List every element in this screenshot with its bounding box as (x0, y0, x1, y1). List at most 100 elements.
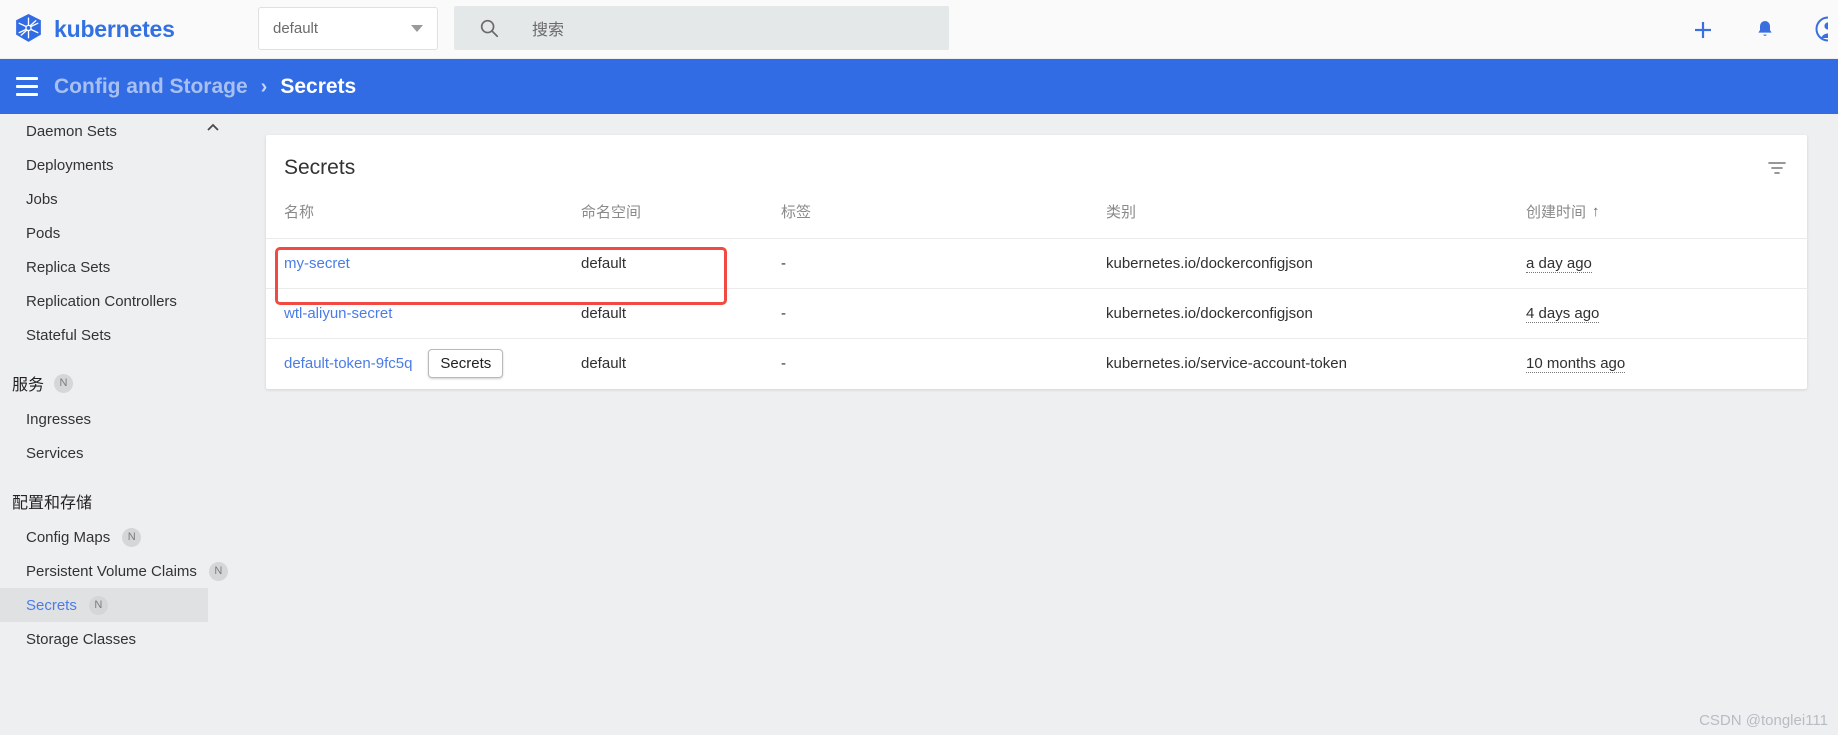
age-value: a day ago (1526, 255, 1592, 273)
cell-labels: - (781, 288, 1106, 339)
column-header-label: 创建时间 (1526, 204, 1587, 221)
sort-ascending-icon: ↑ (1592, 203, 1600, 220)
sidebar-item-label: Pods (26, 224, 61, 242)
table-body: my-secret default - kubernetes.io/dockercon… (266, 238, 1809, 389)
sidebar-item-replication-controllers[interactable]: Replication Controllers (0, 284, 235, 318)
secret-name-link[interactable]: wtl-aliyun-secret (284, 305, 392, 322)
sidebar-scrollbar-track[interactable] (210, 114, 221, 735)
breadcrumb: Config and Storage › Secrets (54, 75, 356, 99)
sidebar-item-label: Stateful Sets (26, 326, 112, 344)
breadcrumb-bar: Config and Storage › Secrets (0, 59, 1838, 114)
column-header-created[interactable]: 创建时间 ↑ (1526, 201, 1809, 239)
sidebar-item-config-maps[interactable]: Config Maps N (0, 520, 235, 554)
sidebar-item-label: Secrets (26, 596, 77, 614)
breadcrumb-parent[interactable]: Config and Storage (54, 75, 248, 99)
hamburger-menu-icon[interactable] (8, 68, 46, 106)
chevron-down-icon (411, 25, 423, 32)
table-row[interactable]: my-secret default - kubernetes.io/dockercon… (266, 238, 1809, 289)
watermark: CSDN @tonglei111 (1699, 712, 1828, 729)
top-bar: kubernetes default 搜索 (0, 0, 1838, 59)
kubernetes-helm-icon (12, 13, 45, 46)
secret-name-link[interactable]: my-secret (284, 255, 350, 272)
brand[interactable]: kubernetes (12, 13, 175, 46)
table-header: 名称 命名空间 标签 类别 创建时间 ↑ (266, 201, 1809, 239)
sidebar-item-label: 配置和存储 (12, 495, 93, 512)
sidebar-item-persistent-volume-claims[interactable]: Persistent Volume Claims N (0, 554, 235, 588)
sidebar-item-ingresses[interactable]: Ingresses (0, 402, 235, 436)
sidebar-item-badge: N (88, 595, 108, 615)
bell-icon[interactable] (1752, 17, 1778, 43)
plus-icon[interactable] (1690, 17, 1716, 43)
sidebar-item-label: Storage Classes (26, 630, 137, 648)
search-input[interactable]: 搜索 (532, 16, 564, 40)
cell-namespace: default (581, 238, 781, 289)
namespace-select[interactable]: default (258, 7, 438, 50)
cell-type: kubernetes.io/dockerconfigjson (1106, 288, 1526, 339)
sidebar-item-label: Replica Sets (26, 258, 111, 276)
column-header-label: 名称 (284, 204, 315, 221)
sidebar-item-label: Deployments (26, 156, 114, 174)
search-bar[interactable]: 搜索 (454, 6, 949, 50)
breadcrumb-current: Secrets (280, 74, 357, 98)
cell-name: wtl-aliyun-secret (266, 288, 581, 339)
sidebar-item-服务: 服务 N (0, 364, 235, 402)
sidebar-item-配置和存储: 配置和存储 (0, 482, 235, 520)
column-header-label: 标签 (781, 204, 812, 221)
table-row[interactable]: wtl-aliyun-secret default - kubernetes.io/d… (266, 288, 1809, 339)
namespace-select-value: default (273, 20, 319, 37)
secrets-table: 名称 命名空间 标签 类别 创建时间 ↑ my-secret default - kuberne… (266, 201, 1809, 389)
table-row[interactable]: default-token-9fc5q Secrets default - kubern… (266, 338, 1809, 389)
cell-labels: - (781, 338, 1106, 389)
sidebar-item-badge: N (122, 527, 142, 547)
sidebar-item-label: Config Maps (26, 528, 111, 546)
top-bar-actions (1690, 0, 1838, 59)
sidebar-item-daemon-sets[interactable]: Daemon Sets (0, 114, 235, 148)
sidebar-item-label: Services (26, 444, 84, 462)
cell-type: kubernetes.io/dockerconfigjson (1106, 238, 1526, 289)
sidebar-item-storage-classes[interactable]: Storage Classes (0, 622, 235, 656)
cell-namespace: default (581, 338, 781, 389)
age-value: 10 months ago (1526, 355, 1626, 374)
table-header-row: 名称 命名空间 标签 类别 创建时间 ↑ (266, 201, 1809, 239)
chevron-right-icon: › (260, 75, 268, 98)
sidebar-item-services[interactable]: Services (0, 436, 235, 470)
column-header-label: 命名空间 (581, 204, 642, 221)
sidebar-item-label: Ingresses (26, 410, 92, 428)
filter-list-icon[interactable] (1765, 156, 1789, 180)
cell-name: default-token-9fc5q Secrets (266, 338, 581, 389)
secrets-card: Secrets 名称 命名空间 标签 类别 创建时间 ↑ my-secret default… (266, 135, 1809, 389)
column-header-labels[interactable]: 标签 (781, 201, 1106, 239)
sidebar-item-label: Jobs (26, 190, 58, 208)
sidebar-item-jobs[interactable]: Jobs (0, 182, 235, 216)
column-header-type[interactable]: 类别 (1106, 201, 1526, 239)
secret-name-link[interactable]: default-token-9fc5q (284, 355, 412, 372)
sidebar-item-badge: N (54, 373, 74, 393)
account-circle-icon[interactable] (1814, 15, 1828, 45)
cell-created: 10 months ago (1526, 338, 1809, 389)
sidebar-item-replica-sets[interactable]: Replica Sets (0, 250, 235, 284)
cell-type: kubernetes.io/service-account-token (1106, 338, 1526, 389)
sidebar-item-label: Replication Controllers (26, 292, 177, 310)
age-value: 4 days ago (1526, 305, 1600, 323)
brand-name: kubernetes (54, 15, 175, 42)
search-icon (478, 17, 500, 39)
tooltip-content: Secrets (428, 349, 504, 379)
column-header-label: 类别 (1106, 204, 1137, 221)
sidebar-item-secrets[interactable]: Secrets N (0, 588, 208, 622)
card-header: Secrets (266, 135, 1807, 201)
cell-created: 4 days ago (1526, 288, 1809, 339)
cell-namespace: default (581, 288, 781, 339)
cell-name: my-secret (266, 238, 581, 289)
sidebar-item-stateful-sets[interactable]: Stateful Sets (0, 318, 235, 352)
page-title: Secrets (284, 156, 356, 179)
sidebar-item-deployments[interactable]: Deployments (0, 148, 235, 182)
column-header-namespace[interactable]: 命名空间 (581, 201, 781, 239)
sidebar-item-label: Persistent Volume Claims (26, 562, 197, 580)
cell-created: a day ago (1526, 238, 1809, 289)
main-content: Secrets 名称 命名空间 标签 类别 创建时间 ↑ my-secret default… (235, 114, 1838, 735)
sidebar: Daemon Sets Deployments Jobs Pods Replica Se… (0, 114, 235, 735)
sidebar-item-label: 服务 (12, 377, 45, 394)
column-header-name[interactable]: 名称 (266, 201, 581, 239)
sidebar-item-pods[interactable]: Pods (0, 216, 235, 250)
cell-labels: - (781, 238, 1106, 289)
